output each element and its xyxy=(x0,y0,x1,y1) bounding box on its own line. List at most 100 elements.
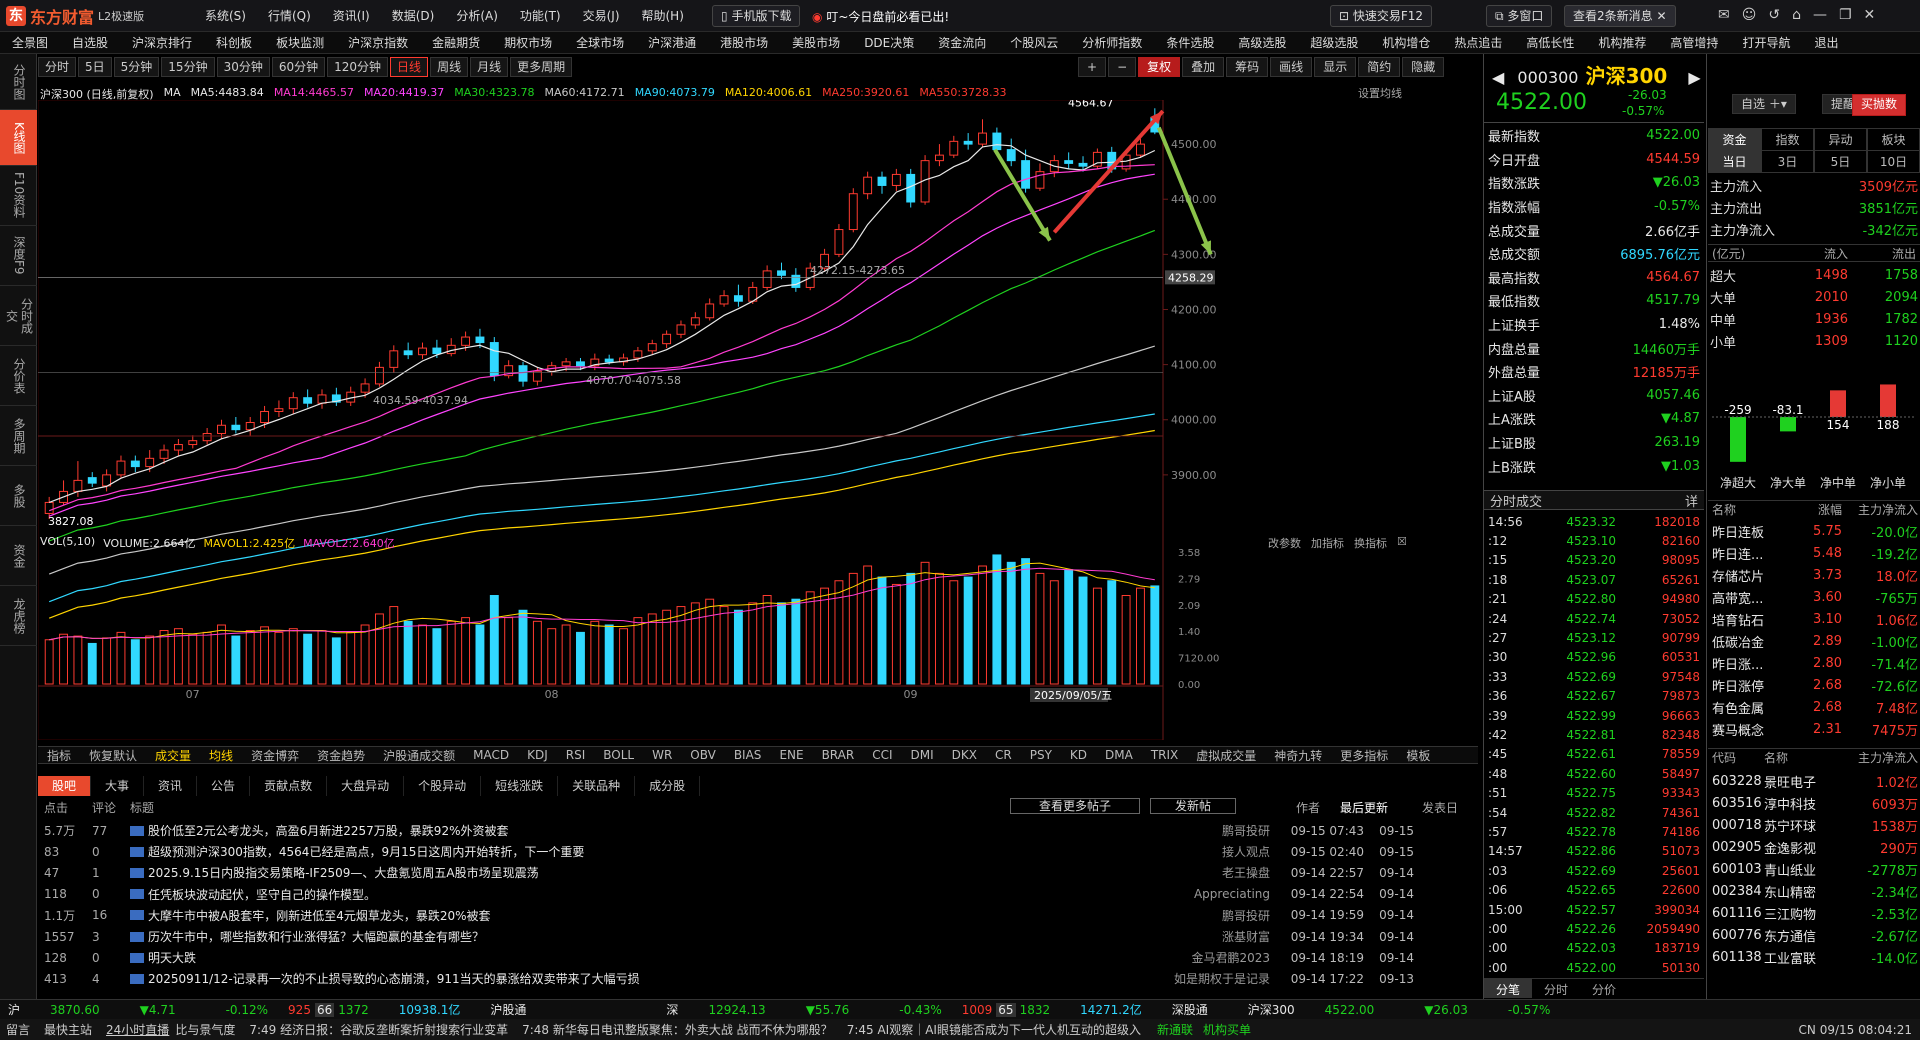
nav-item-0[interactable]: 全景图 xyxy=(0,34,60,51)
rank-row[interactable]: 高带宽... 3.60 -765万 xyxy=(1708,586,1920,608)
nav-item-25[interactable]: 退出 xyxy=(1802,34,1850,51)
stock-row[interactable]: 603516 淳中科技 6093万 xyxy=(1708,792,1920,814)
prev-arrow-icon[interactable]: ◀ xyxy=(1492,68,1504,87)
vol-tool-0[interactable]: 改参数 xyxy=(1268,535,1301,551)
news-title[interactable]: 股价低至2元公考龙头，高盈6月新进2257万股，暴跌92%外资被套 xyxy=(148,822,1108,839)
fastest-server[interactable]: 最快主站 xyxy=(44,1021,92,1038)
vol-tool-1[interactable]: 加指标 xyxy=(1311,535,1344,551)
stock-row[interactable]: 000718 苏宁环球 1538万 xyxy=(1708,814,1920,836)
phone-download-button[interactable]: ▯ 手机版下载 xyxy=(712,5,801,27)
sidebar-item-0[interactable]: 分时图 xyxy=(0,54,37,110)
nav-item-1[interactable]: 自选股 xyxy=(60,34,120,51)
multi-window-button[interactable]: ⧉ 多窗口 xyxy=(1486,5,1553,27)
stock-row[interactable]: 603228 景旺电子 1.02亿 xyxy=(1708,770,1920,792)
indicator-10[interactable]: BOLL xyxy=(594,748,643,762)
mail-icon[interactable]: ✉ xyxy=(1718,7,1730,23)
nav-item-2[interactable]: 沪深京排行 xyxy=(120,34,204,51)
news-tab-0[interactable]: 股吧 xyxy=(38,776,92,796)
ts-tab-0[interactable]: 分笔 xyxy=(1484,979,1533,998)
rank-row[interactable]: 赛马概念 2.31 7475万 xyxy=(1708,718,1920,740)
indicator-17[interactable]: DMI xyxy=(902,748,943,762)
rank-row[interactable]: 存储芯片 3.73 18.0亿 xyxy=(1708,564,1920,586)
news-tab-4[interactable]: 贡献点数 xyxy=(250,776,328,796)
funds-subtab-3[interactable]: 10日 xyxy=(1867,150,1920,173)
window-close-icon[interactable]: ✕ xyxy=(1864,7,1876,23)
rank-row[interactable]: 低碳冶金 2.89 -1.00亿 xyxy=(1708,630,1920,652)
sidebar-item-6[interactable]: 多周期 xyxy=(0,406,37,466)
display-button[interactable]: 显示 xyxy=(1314,57,1357,77)
funds-subtab-1[interactable]: 3日 xyxy=(1761,150,1814,173)
zoom-out-button[interactable]: − xyxy=(1108,57,1137,77)
indicator-8[interactable]: KDJ xyxy=(518,748,557,762)
chips-button[interactable]: 筹码 xyxy=(1226,57,1269,77)
sidebar-item-3[interactable]: 深度F9 xyxy=(0,226,37,286)
indicator-26[interactable]: 更多指标 xyxy=(1331,747,1397,764)
menu-item-4[interactable]: 分析(A) xyxy=(456,7,498,24)
sidebar-item-9[interactable]: 龙虎榜 xyxy=(0,586,37,646)
indicator-0[interactable]: 指标 xyxy=(38,747,80,764)
news-tab-2[interactable]: 资讯 xyxy=(144,776,198,796)
sidebar-item-5[interactable]: 分价表 xyxy=(0,346,37,406)
funds-tab-2[interactable]: 异动 xyxy=(1814,128,1867,151)
restore-icon[interactable]: ❐ xyxy=(1839,7,1852,23)
sidebar-item-4[interactable]: 分时成交 xyxy=(0,286,37,346)
indicator-15[interactable]: BRAR xyxy=(813,748,864,762)
draw-button[interactable]: 画线 xyxy=(1270,57,1313,77)
indicator-2[interactable]: 成交量 xyxy=(146,747,200,764)
nav-item-24[interactable]: 打开导航 xyxy=(1730,34,1802,51)
nav-item-16[interactable]: 条件选股 xyxy=(1154,34,1226,51)
trade-button[interactable]: 买抛数 xyxy=(1852,94,1907,116)
menu-item-7[interactable]: 帮助(H) xyxy=(642,7,684,24)
menu-item-5[interactable]: 功能(T) xyxy=(520,7,561,24)
nav-item-19[interactable]: 机构增仓 xyxy=(1370,34,1442,51)
news-tab-5[interactable]: 大盘异动 xyxy=(327,776,405,796)
rank-row[interactable]: 昨日连... 5.48 -19.2亿 xyxy=(1708,542,1920,564)
more-posts-button[interactable]: 查看更多帖子 xyxy=(1010,798,1141,814)
indicator-7[interactable]: MACD xyxy=(464,748,518,762)
news-row[interactable]: 47 1 2025.9.15日内股指交易策略-IF2509—、大盘氪览周五A股市场呈… xyxy=(44,862,1468,883)
news-title[interactable]: 明天大跌 xyxy=(148,949,1108,966)
menu-item-3[interactable]: 数据(D) xyxy=(392,7,435,24)
indicator-16[interactable]: CCI xyxy=(863,748,901,762)
news-row[interactable]: 1557 3 历次牛市中，哪些指数和行业涨得猛？大幅跑赢的基金有哪些？ 涨基财富 09-… xyxy=(44,926,1468,947)
quick-trade-button[interactable]: ⊡ 快速交易F12 xyxy=(1330,5,1433,27)
zoom-in-button[interactable]: + xyxy=(1078,57,1107,77)
sidebar-item-1[interactable]: K线图 xyxy=(0,110,37,166)
news-row[interactable]: 5.7万 77 股价低至2元公考龙头，高盈6月新进2257万股，暴跌92%外资被套鹏… xyxy=(44,820,1468,841)
indicator-5[interactable]: 资金趋势 xyxy=(308,747,374,764)
nav-item-12[interactable]: DDE决策 xyxy=(852,34,926,51)
ma-settings-link[interactable]: 设置均线 xyxy=(1358,85,1402,101)
nav-item-5[interactable]: 沪深京指数 xyxy=(336,34,420,51)
stock-row[interactable]: 600103 青山纸业 -2778万 xyxy=(1708,858,1920,880)
nav-item-9[interactable]: 沪深港通 xyxy=(636,34,708,51)
rank-row[interactable]: 昨日涨停 2.68 -72.6亿 xyxy=(1708,674,1920,696)
news-tab-1[interactable]: 大事 xyxy=(91,776,145,796)
news-title[interactable]: 历次牛市中，哪些指数和行业涨得猛？大幅跑赢的基金有哪些？ xyxy=(148,928,1108,945)
stock-row[interactable]: 002905 金逸影视 290万 xyxy=(1708,836,1920,858)
indicator-6[interactable]: 沪股通成交额 xyxy=(374,747,464,764)
indicator-27[interactable]: 模板 xyxy=(1397,747,1439,764)
indicator-23[interactable]: TRIX xyxy=(1142,748,1187,762)
indicator-9[interactable]: RSI xyxy=(557,748,595,762)
indicator-12[interactable]: OBV xyxy=(681,748,725,762)
period-2[interactable]: 5分钟 xyxy=(113,57,160,77)
indicator-21[interactable]: KD xyxy=(1061,748,1096,762)
indicator-22[interactable]: DMA xyxy=(1096,748,1142,762)
simple-button[interactable]: 简约 xyxy=(1358,57,1401,77)
indicator-3[interactable]: 均线 xyxy=(200,747,242,764)
rank-row[interactable]: 昨日连板 5.75 -20.0亿 xyxy=(1708,520,1920,542)
nav-item-15[interactable]: 分析师指数 xyxy=(1070,34,1154,51)
nav-item-3[interactable]: 科创板 xyxy=(204,34,264,51)
menu-item-0[interactable]: 系统(S) xyxy=(205,7,246,24)
minimize-icon[interactable]: — xyxy=(1813,7,1827,23)
nav-item-14[interactable]: 个股风云 xyxy=(998,34,1070,51)
funds-subtab-2[interactable]: 5日 xyxy=(1814,150,1867,173)
nav-item-4[interactable]: 板块监测 xyxy=(264,34,336,51)
period-7[interactable]: 日线 xyxy=(390,57,429,77)
nav-item-13[interactable]: 资金流向 xyxy=(926,34,998,51)
sidebar-item-8[interactable]: 资金 xyxy=(0,526,37,586)
notice-link[interactable]: ◉ 叮~今日盘前必看已出! xyxy=(812,8,949,25)
rank-row[interactable]: 培育钻石 3.10 1.06亿 xyxy=(1708,608,1920,630)
nav-item-17[interactable]: 高级选股 xyxy=(1226,34,1298,51)
news-tab-3[interactable]: 公告 xyxy=(197,776,251,796)
